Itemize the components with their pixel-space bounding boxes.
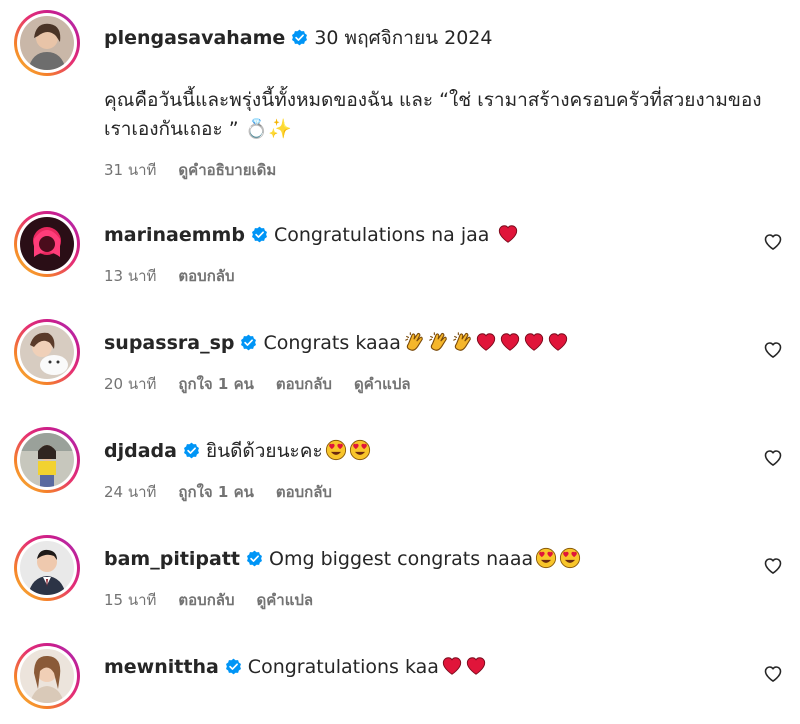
verified-badge-icon [291,29,308,46]
clap-emoji [403,331,425,353]
username[interactable]: plengasavahame [104,27,285,49]
comment-text: Congratulations kaa [247,656,439,678]
comment-time: 15 นาที [104,591,157,609]
comment-text: ยินดีด้วยนะคะ [205,440,323,462]
clap-emoji [451,331,473,353]
verified-badge-icon [183,442,200,459]
caption-text: คุณคือวันนี้และพรุ่งนี้ทั้งหมดของฉัน และ… [104,89,762,140]
comment-username[interactable]: djdada [104,440,177,462]
avatar[interactable] [14,643,80,709]
verified-badge-icon [251,226,268,243]
comment-username[interactable]: bam_pitipatt [104,548,240,570]
heart-eyes-emoji [535,547,557,569]
comment-username[interactable]: supassra_sp [104,332,234,354]
comment-time: 13 นาที [104,267,157,285]
comment-likes[interactable]: ถูกใจ 1 คน [178,483,253,501]
like-heart-icon[interactable] [763,664,783,684]
comments-panel: plengasavahame 30 พฤศจิกายน 2024 คุณคือวั… [0,0,800,724]
heart-emoji [499,331,521,353]
heart-eyes-emoji [559,547,581,569]
comment-text: Congrats kaaa [263,332,401,354]
heart-eyes-emoji [325,439,347,461]
reply-button[interactable]: ตอบกลับ [276,375,332,393]
avatar[interactable] [14,427,80,493]
heart-emoji [523,331,545,353]
clap-emoji [427,331,449,353]
comment-time: 20 นาที [104,375,157,393]
comment-text: Congratulations na jaa [273,224,496,246]
reply-button[interactable]: ตอบกลับ [178,267,234,285]
heart-emoji [465,655,487,677]
verified-badge-icon [246,550,263,567]
heart-emoji [475,331,497,353]
avatar[interactable] [14,211,80,277]
reply-button[interactable]: ตอบกลับ [276,483,332,501]
heart-emoji [497,223,519,245]
comment-text: Omg biggest congrats naaa [269,548,534,570]
see-translation-link[interactable]: ดูคำแปล [354,375,411,393]
like-heart-icon[interactable] [763,232,783,252]
see-original-link[interactable]: ดูคำอธิบายเดิม [178,161,276,179]
comment-username[interactable]: mewnittha [104,656,219,678]
avatar[interactable] [14,319,80,385]
heart-emoji [547,331,569,353]
like-heart-icon[interactable] [763,448,783,468]
post-time: 31 นาที [104,161,157,179]
reply-button[interactable]: ตอบกลับ [178,591,234,609]
comment-username[interactable]: marinaemmb [104,224,245,246]
heart-emoji [441,655,463,677]
like-heart-icon[interactable] [763,556,783,576]
like-heart-icon[interactable] [763,340,783,360]
comment-likes[interactable]: ถูกใจ 1 คน [178,375,253,393]
avatar[interactable] [14,10,80,76]
heart-eyes-emoji [349,439,371,461]
post-date: 30 พฤศจิกายน 2024 [314,27,493,49]
verified-badge-icon [240,334,257,351]
see-translation-link[interactable]: ดูคำแปล [257,591,314,609]
avatar[interactable] [14,535,80,601]
verified-badge-icon [225,658,242,675]
comment-time: 24 นาที [104,483,157,501]
